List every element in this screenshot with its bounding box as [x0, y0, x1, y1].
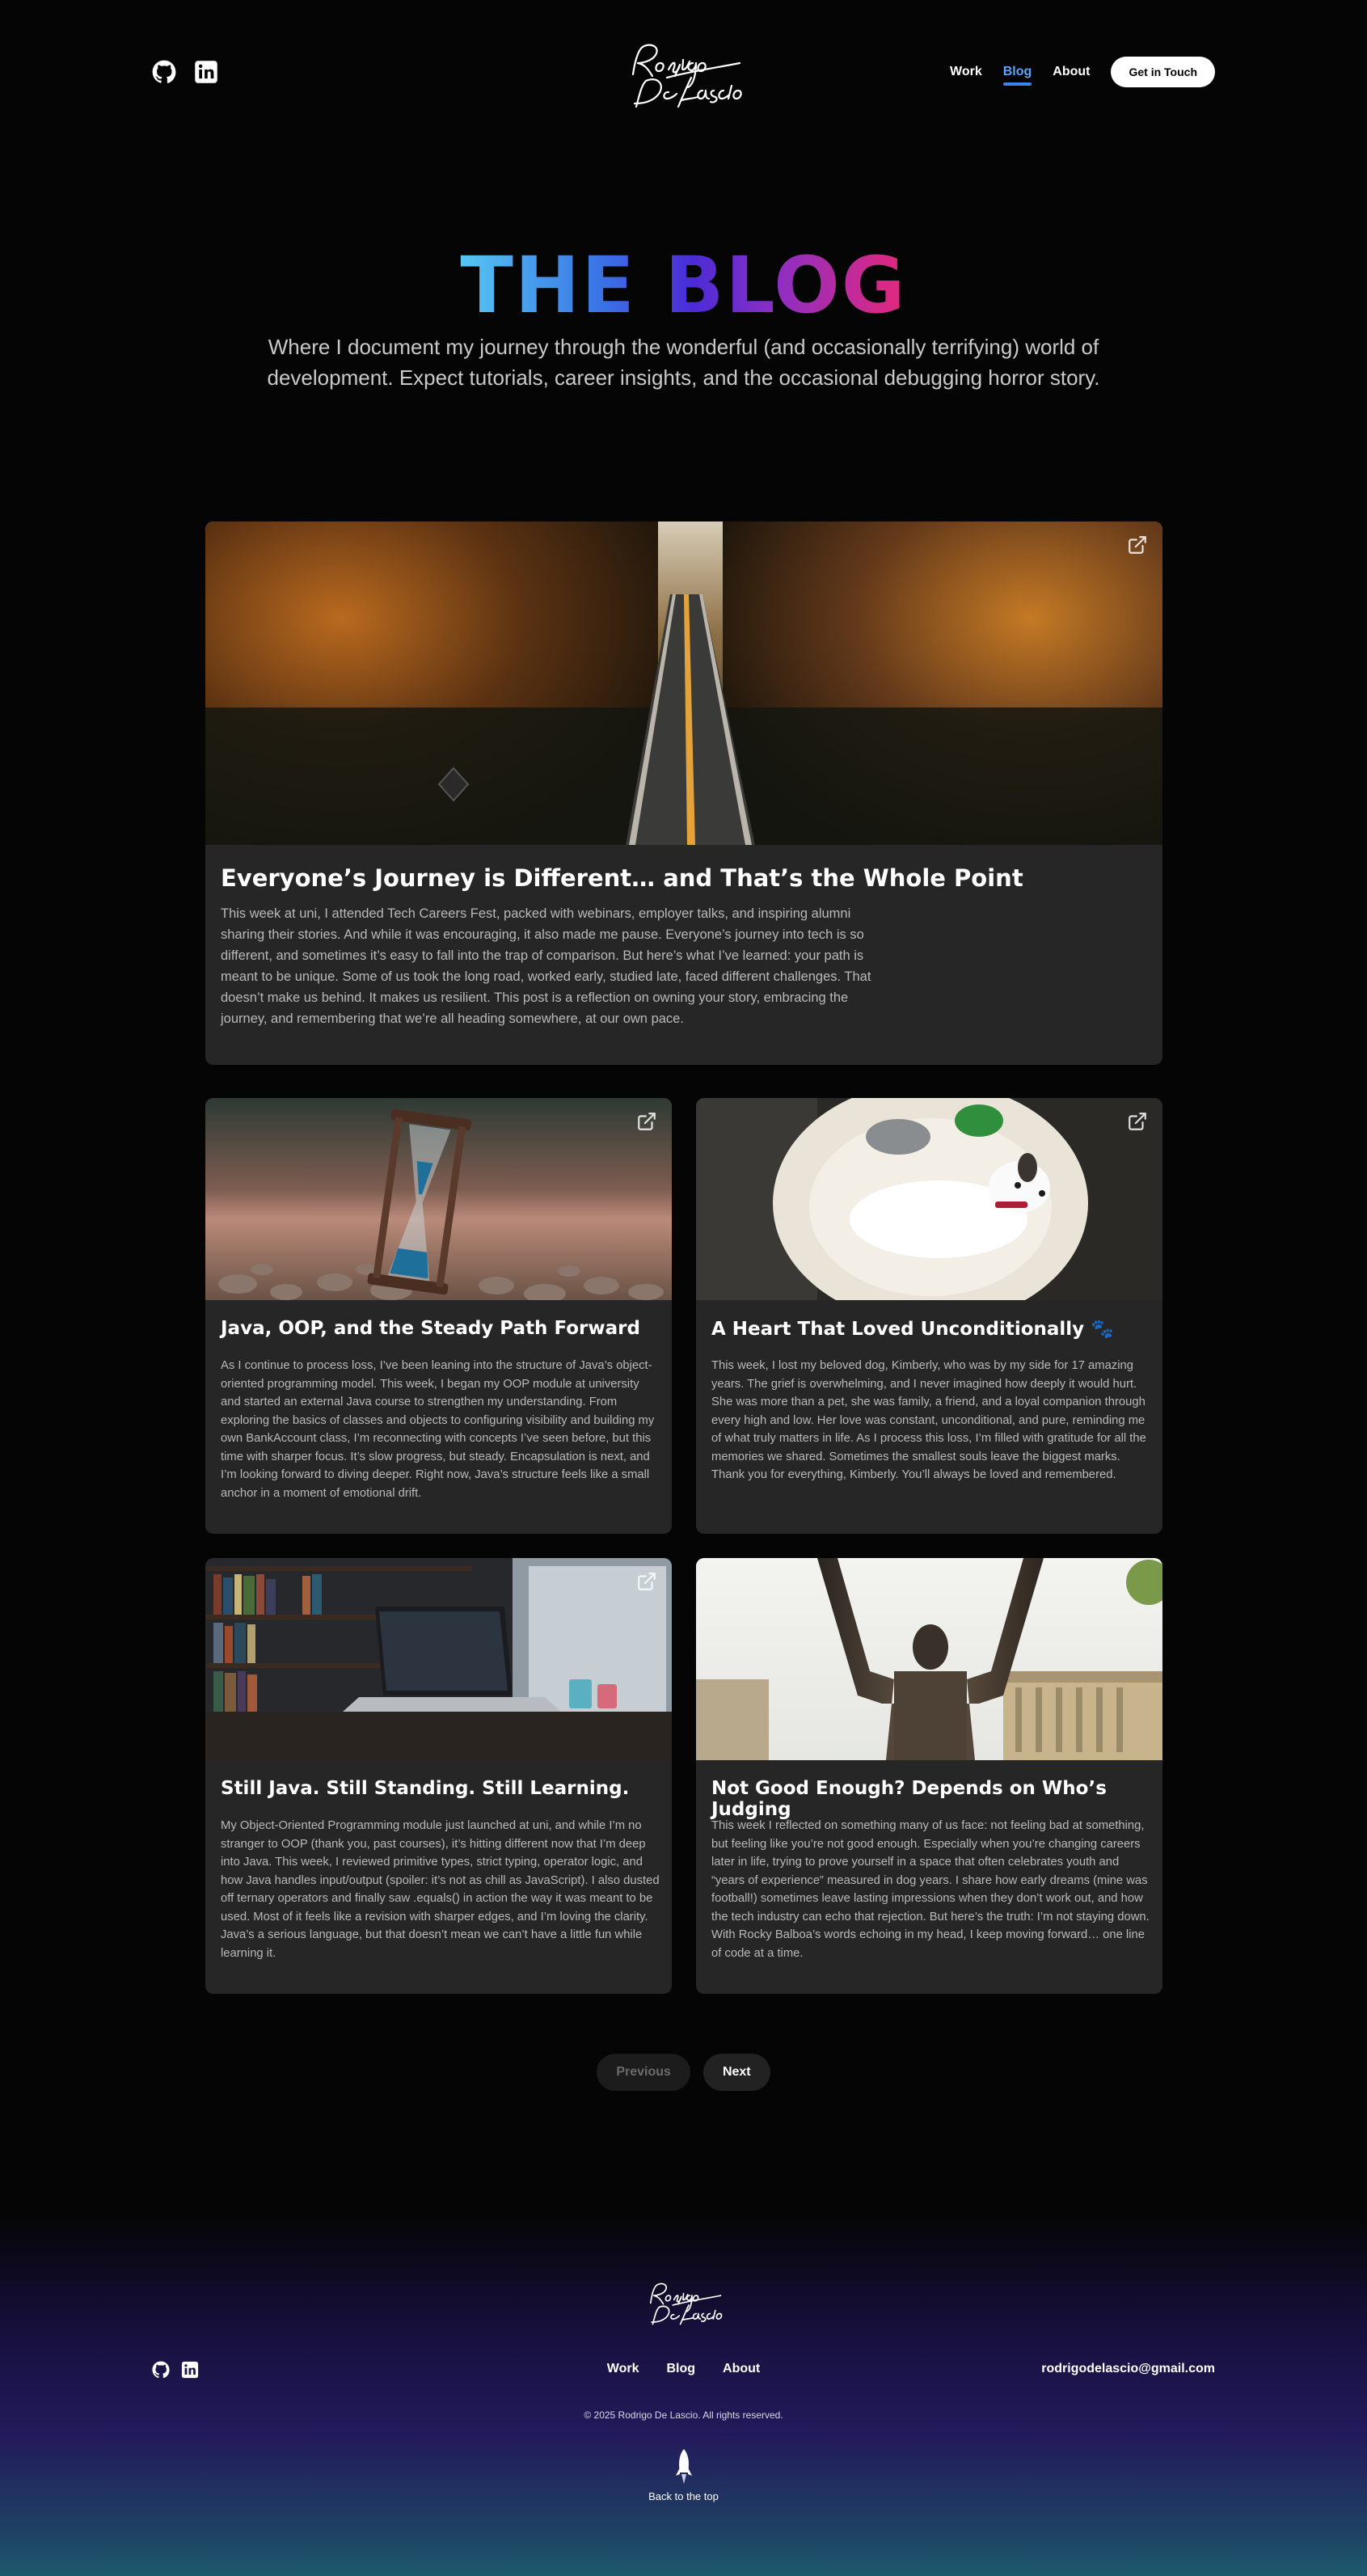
- next-page-button[interactable]: Next: [702, 2054, 770, 2091]
- footer-email-link[interactable]: rodrigodelascio@gmail.com: [1041, 2362, 1215, 2376]
- external-link-icon[interactable]: [636, 1571, 657, 1592]
- post-image-rocky-statue: [696, 1558, 1162, 1760]
- post-excerpt: This week, I lost my beloved dog, Kimber…: [711, 1359, 1146, 1481]
- featured-post-card[interactable]: Everyone’s Journey is Different… and Tha…: [205, 522, 1162, 1065]
- post-title[interactable]: Still Java. Still Standing. Still Learni…: [221, 1778, 629, 1799]
- post-image-laptop: [205, 1558, 672, 1760]
- post-excerpt: This week I reflected on something many …: [711, 1819, 1150, 1960]
- post-excerpt: My Object-Oriented Programming module ju…: [221, 1819, 660, 1960]
- external-link-icon[interactable]: [1127, 1111, 1148, 1132]
- footer-nav-about[interactable]: About: [723, 2362, 760, 2376]
- main-nav: Work Blog About Get in Touch: [950, 57, 1215, 87]
- rocket-icon: [675, 2449, 692, 2484]
- footer-nav-blog[interactable]: Blog: [666, 2362, 695, 2376]
- external-link-icon[interactable]: [636, 1111, 657, 1132]
- post-image-dog: [696, 1098, 1162, 1300]
- post-card-java-oop[interactable]: Java, OOP, and the Steady Path Forward A…: [205, 1098, 672, 1534]
- signature-logo: [631, 44, 742, 108]
- page-subtitle: Where I document my journey through the …: [267, 335, 1100, 390]
- site-logo[interactable]: [618, 39, 748, 112]
- page-title: THE BLOG: [0, 241, 1367, 330]
- post-title[interactable]: Not Good Enough? Depends on Who’s Judgin…: [711, 1778, 1162, 1820]
- signature-logo: [649, 2283, 723, 2325]
- pagination: Previous Next: [0, 2054, 1367, 2091]
- nav-blog[interactable]: Blog: [1002, 65, 1032, 86]
- post-image-road: [205, 522, 1162, 845]
- page-title-text: THE BLOG: [460, 240, 907, 331]
- linkedin-icon: [195, 61, 217, 83]
- nav-about[interactable]: About: [1053, 65, 1090, 79]
- post-title[interactable]: Everyone’s Journey is Different… and Tha…: [221, 864, 1023, 892]
- post-card-still-java[interactable]: Still Java. Still Standing. Still Learni…: [205, 1558, 672, 1994]
- back-to-top-label: Back to the top: [648, 2490, 719, 2502]
- footer-nav-work[interactable]: Work: [607, 2362, 639, 2376]
- post-card-heart[interactable]: A Heart That Loved Unconditionally 🐾 Thi…: [696, 1098, 1162, 1534]
- post-excerpt: As I continue to process loss, I’ve been…: [221, 1359, 655, 1500]
- post-excerpt: This week at uni, I attended Tech Career…: [221, 906, 871, 1026]
- linkedin-link[interactable]: [194, 60, 218, 84]
- previous-page-button[interactable]: Previous: [597, 2054, 690, 2091]
- github-icon: [152, 60, 176, 83]
- footer-logo[interactable]: [641, 2277, 726, 2330]
- post-title[interactable]: Java, OOP, and the Steady Path Forward: [221, 1318, 640, 1339]
- get-in-touch-button[interactable]: Get in Touch: [1111, 57, 1215, 87]
- back-to-top-link[interactable]: Back to the top: [631, 2448, 736, 2502]
- nav-work[interactable]: Work: [950, 65, 982, 79]
- external-link-icon[interactable]: [1127, 534, 1148, 555]
- site-header: Work Blog About Get in Touch: [0, 0, 1367, 146]
- copyright-text: © 2025 Rodrigo De Lascio. All rights res…: [584, 2409, 783, 2421]
- post-title[interactable]: A Heart That Loved Unconditionally 🐾: [711, 1318, 1114, 1340]
- header-social-links: [152, 60, 218, 84]
- github-link[interactable]: [152, 60, 176, 84]
- post-card-not-good-enough[interactable]: Not Good Enough? Depends on Who’s Judgin…: [696, 1558, 1162, 1994]
- post-image-hourglass: [205, 1098, 672, 1300]
- site-footer: Work Blog About rodrigodelascio@gmail.co…: [0, 2215, 1367, 2576]
